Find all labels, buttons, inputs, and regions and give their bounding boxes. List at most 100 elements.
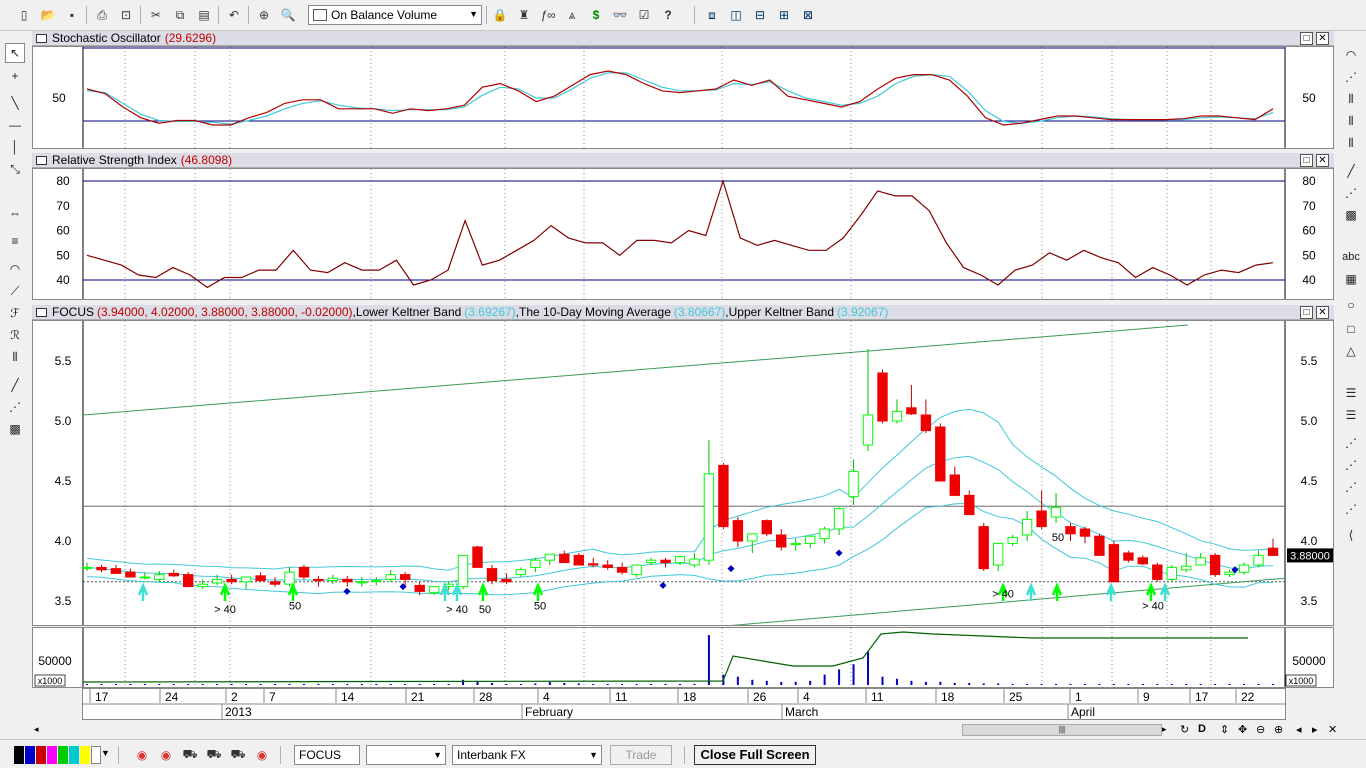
fibonacci-fan-icon[interactable]: ⟋ bbox=[5, 281, 25, 301]
date-axis[interactable]: 17 24 2 7 14 21 28 4 11 18 26 4 11 18 25 1 9 17 22 2013 Febr… bbox=[82, 688, 1286, 720]
maximize-pane-icon[interactable]: □ bbox=[1300, 154, 1313, 167]
price-pane[interactable]: 5.5 5.5 5.0 5.0 4.5 4.5 4.0 4.0 3.5 3.5 > 40 50 > 40… bbox=[32, 320, 1334, 628]
stochastic-pane[interactable]: 50 50 bbox=[32, 46, 1334, 149]
chrome-icon[interactable]: ◉ bbox=[156, 745, 176, 765]
table-icon[interactable]: ▦ bbox=[1341, 269, 1361, 289]
cut-icon[interactable]: ✂ bbox=[146, 5, 166, 25]
close-full-screen-button[interactable]: Close Full Screen bbox=[694, 745, 816, 765]
select-arrow-icon[interactable]: ↖ bbox=[5, 43, 25, 63]
move-icon[interactable]: ✥ bbox=[1238, 723, 1247, 736]
new-icon[interactable]: ▯ bbox=[14, 5, 34, 25]
color-palette[interactable] bbox=[14, 746, 101, 764]
print-preview-icon[interactable]: ⊡ bbox=[116, 5, 136, 25]
copy-icon[interactable]: ⧉ bbox=[170, 5, 190, 25]
open-icon[interactable]: 📂 bbox=[38, 5, 58, 25]
vertical-resize-icon[interactable]: ⇕ bbox=[1220, 723, 1229, 736]
maximize-pane-icon[interactable]: □ bbox=[1300, 32, 1313, 45]
horizontal-line-icon[interactable]: — bbox=[5, 115, 25, 135]
cycle-lines-icon[interactable]: ⦀ bbox=[1341, 89, 1361, 109]
chart-icon[interactable]: ⩓ bbox=[562, 5, 582, 25]
buy-sell-icon[interactable]: ≡ bbox=[5, 231, 25, 251]
speed-lines-icon[interactable]: ⋰ bbox=[1341, 67, 1361, 87]
period-dropdown[interactable]: ▼ bbox=[366, 745, 446, 765]
tile-grid-icon[interactable]: ⊞ bbox=[774, 5, 794, 25]
scrollbar-thumb[interactable]: ||| bbox=[962, 724, 1162, 736]
expert-icon[interactable]: ♜ bbox=[514, 5, 534, 25]
indicator-dropdown[interactable]: On Balance Volume ▼ bbox=[308, 5, 482, 25]
tile-vertical-icon[interactable]: ◫ bbox=[726, 5, 746, 25]
color-swatch[interactable] bbox=[80, 746, 90, 764]
save-icon[interactable]: ▪ bbox=[62, 5, 82, 25]
triangle-icon[interactable]: △ bbox=[1341, 341, 1361, 361]
chrome-icon[interactable]: ◉ bbox=[252, 745, 272, 765]
layout-icon[interactable]: ⊠ bbox=[798, 5, 818, 25]
previous-icon[interactable]: ◂ bbox=[1296, 723, 1302, 736]
color-swatch[interactable] bbox=[25, 746, 35, 764]
color-swatch[interactable] bbox=[47, 746, 57, 764]
symbol-input[interactable]: FOCUS bbox=[294, 745, 360, 765]
scroll-right-icon[interactable]: ▸ bbox=[1162, 724, 1167, 735]
crosshair-icon[interactable]: ⊕ bbox=[254, 5, 274, 25]
chrome-icon[interactable]: ◉ bbox=[132, 745, 152, 765]
retracement-icon[interactable]: ℛ bbox=[5, 325, 25, 345]
maximize-pane-icon[interactable]: □ bbox=[1300, 306, 1313, 319]
group-icon[interactable]: ⛟ bbox=[204, 745, 224, 765]
fan-tool-icon[interactable]: ⋰ bbox=[1341, 183, 1361, 203]
speed-resistance-icon[interactable]: ⋰ bbox=[1341, 477, 1361, 497]
color-swatch[interactable] bbox=[58, 746, 68, 764]
trendline-icon[interactable]: ╲ bbox=[5, 93, 25, 113]
gann-fan-icon[interactable]: ⋰ bbox=[5, 397, 25, 417]
indicator-icon[interactable]: 🔒 bbox=[490, 5, 510, 25]
gann-square-icon[interactable]: ⋰ bbox=[1341, 455, 1361, 475]
scroll-left-icon[interactable]: ◂ bbox=[34, 724, 39, 735]
help-icon[interactable]: ? bbox=[658, 5, 678, 25]
group-icon[interactable]: ⛟ bbox=[180, 745, 200, 765]
fibonacci-retracement-icon[interactable]: ℱ bbox=[5, 303, 25, 323]
dollar-icon[interactable]: $ bbox=[586, 5, 606, 25]
zoom-icon[interactable]: 🔍 bbox=[278, 5, 298, 25]
time-zones-icon[interactable]: ⦀ bbox=[5, 347, 25, 367]
text-tool-icon[interactable]: abc bbox=[1341, 247, 1361, 267]
scroll-icon[interactable]: ⇔ bbox=[5, 203, 25, 223]
period-daily-icon[interactable]: D bbox=[1198, 723, 1206, 735]
volume-pane[interactable]: 50000 50000 x1000 x1000 bbox=[32, 627, 1334, 688]
color-swatch[interactable] bbox=[36, 746, 46, 764]
function-icon[interactable]: ƒ∞ bbox=[538, 5, 558, 25]
next-icon[interactable]: ▸ bbox=[1312, 723, 1318, 736]
vertical-line-icon[interactable]: │ bbox=[5, 137, 25, 157]
pattern-icon[interactable]: ▩ bbox=[1341, 205, 1361, 225]
tile-horizontal-icon[interactable]: ⊟ bbox=[750, 5, 770, 25]
line-tool-icon[interactable]: ╱ bbox=[5, 375, 25, 395]
zoom-in-icon[interactable]: ⊕ bbox=[1274, 723, 1283, 736]
window-cascade-icon[interactable]: ⧈ bbox=[702, 5, 722, 25]
arc-icon[interactable]: ◠ bbox=[1341, 45, 1361, 65]
rsi-pane[interactable]: 80 80 70 70 60 60 50 50 40 40 bbox=[32, 168, 1334, 300]
color-swatch[interactable] bbox=[14, 746, 24, 764]
trend-tool-icon[interactable]: ╱ bbox=[1341, 161, 1361, 181]
fib-lines-icon[interactable]: ☰ bbox=[1341, 383, 1361, 403]
parallel-lines-icon[interactable]: ⦀ bbox=[1341, 133, 1361, 153]
gann-icon[interactable]: ⋰ bbox=[1341, 433, 1361, 453]
color-swatch[interactable] bbox=[69, 746, 79, 764]
ellipse-icon[interactable]: ○ bbox=[1341, 295, 1361, 315]
grid-tool-icon[interactable]: ▩ bbox=[5, 419, 25, 439]
data-source-dropdown[interactable]: Interbank FX ▼ bbox=[452, 745, 602, 765]
close-icon[interactable]: ✕ bbox=[1328, 723, 1337, 736]
close-pane-icon[interactable]: ✕ bbox=[1316, 32, 1329, 45]
curve-icon[interactable]: ⟨ bbox=[1341, 525, 1361, 545]
group-icon[interactable]: ⛟ bbox=[228, 745, 248, 765]
zoom-out-icon[interactable]: ⊖ bbox=[1256, 723, 1265, 736]
crosshair-tool-icon[interactable]: + bbox=[5, 66, 25, 86]
undo-icon[interactable]: ↶ bbox=[224, 5, 244, 25]
properties-icon[interactable]: ☑ bbox=[634, 5, 654, 25]
rectangle-icon[interactable]: □ bbox=[1341, 319, 1361, 339]
color-swatch[interactable] bbox=[91, 746, 101, 764]
ray-icon[interactable]: ⤡ bbox=[5, 159, 25, 179]
close-pane-icon[interactable]: ✕ bbox=[1316, 154, 1329, 167]
fib-time-icon[interactable]: ⦀ bbox=[1341, 111, 1361, 131]
print-icon[interactable]: ⎙ bbox=[92, 5, 112, 25]
refresh-icon[interactable]: ↻ bbox=[1180, 723, 1189, 736]
andrews-icon[interactable]: ⋰ bbox=[1341, 499, 1361, 519]
paste-icon[interactable]: ▤ bbox=[194, 5, 214, 25]
fibonacci-arc-icon[interactable]: ◠ bbox=[5, 259, 25, 279]
